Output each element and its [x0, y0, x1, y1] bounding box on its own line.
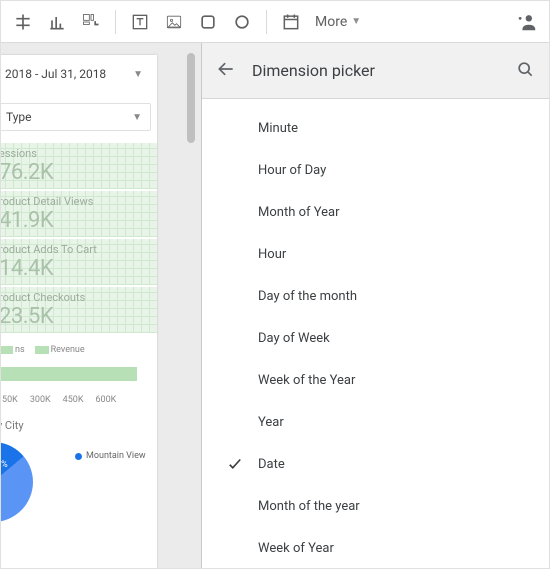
dimension-option[interactable]: Minute [202, 107, 549, 149]
dimension-option-label: Week of the Year [258, 373, 355, 388]
type-dropdown[interactable]: Type ▼ [1, 103, 151, 131]
pie-chart: 14% [1, 442, 33, 522]
check-icon [226, 455, 244, 473]
caret-down-icon: ▼ [132, 112, 142, 123]
metric-value: 41.9K [1, 208, 157, 233]
legend-dot-icon [75, 453, 82, 460]
report-stage: 2018 - Jul 31, 2018 ▼ Type ▼ essions76.2… [1, 43, 549, 568]
dimension-option[interactable]: Day of Week [202, 317, 549, 359]
caret-down-icon: ▼ [133, 69, 143, 80]
metric-card[interactable]: essions76.2K [1, 143, 157, 189]
dimension-options-list: Minute Hour of Day Month of Year Hour Day of… [202, 99, 549, 568]
text-icon[interactable] [124, 6, 156, 38]
dimension-option-label: Year [258, 415, 284, 430]
dimension-option-label: Hour [258, 247, 286, 262]
metrics-grid: essions76.2Kroduct Detail Views41.9Krodu… [1, 139, 157, 339]
panel-header: Dimension picker [202, 43, 549, 99]
dimension-option[interactable]: Day of the month [202, 275, 549, 317]
dimension-option[interactable]: Month of the year [202, 485, 549, 527]
date-range-control[interactable]: 2018 - Jul 31, 2018 ▼ [1, 63, 151, 85]
metric-label: roduct Checkouts [1, 291, 157, 304]
dimension-option[interactable]: Hour of Day [202, 149, 549, 191]
dimension-option-label: Hour of Day [258, 163, 326, 178]
chart-icon[interactable] [41, 6, 73, 38]
dimension-option[interactable]: Week of the Year [202, 359, 549, 401]
axis-tick: 300K [30, 395, 51, 405]
dimension-option-label: Date [258, 457, 285, 472]
circle-icon[interactable] [226, 6, 258, 38]
metric-card[interactable]: roduct Checkouts23.5K [1, 287, 157, 333]
dimension-option-label: Day of Week [258, 331, 330, 346]
metric-label: roduct Detail Views [1, 195, 157, 208]
dimension-option[interactable]: Month of Year [202, 191, 549, 233]
metric-card[interactable]: roduct Detail Views41.9K [1, 191, 157, 237]
dimension-option-label: Month of Year [258, 205, 340, 220]
dimension-option[interactable]: Hour [202, 233, 549, 275]
dimension-option-label: Day of the month [258, 289, 357, 304]
dimension-option[interactable]: Week of Year [202, 527, 549, 568]
dimension-option[interactable]: Year [202, 401, 549, 443]
date-range-text: 2018 - Jul 31, 2018 [5, 67, 106, 81]
metric-label: roduct Adds To Cart [1, 243, 157, 256]
dimension-option-label: Month of the year [258, 499, 360, 514]
bar-chart [1, 367, 137, 381]
type-label: Type [6, 110, 32, 124]
axis-tick: 150K [1, 395, 18, 405]
align-center-icon[interactable] [7, 6, 39, 38]
pie-legend-item: Mountain View [75, 390, 146, 522]
image-icon[interactable] [158, 6, 190, 38]
metric-label: essions [1, 147, 157, 160]
scrollbar-thumb[interactable] [187, 53, 195, 143]
dimension-picker-panel: Dimension picker Minute Hour of Day Month … [201, 43, 549, 568]
toolbar-separator [115, 10, 116, 34]
report-canvas[interactable]: 2018 - Jul 31, 2018 ▼ Type ▼ essions76.2… [1, 55, 157, 568]
rectangle-icon[interactable] [192, 6, 224, 38]
add-person-button[interactable] [511, 6, 543, 38]
pie-percent: 14% [1, 460, 8, 470]
chart-legend: ns Revenue [1, 339, 157, 361]
dimension-option-label: Week of Year [258, 541, 334, 556]
caret-down-icon: ▼ [351, 16, 361, 27]
metric-value: 14.4K [1, 256, 157, 281]
metric-card[interactable]: roduct Adds To Cart14.4K [1, 239, 157, 285]
top-toolbar: More ▼ [1, 1, 549, 43]
search-button[interactable] [515, 59, 535, 83]
metric-value: 23.5K [1, 304, 157, 329]
dimension-option[interactable]: Date [202, 443, 549, 485]
back-button[interactable] [216, 59, 236, 83]
toolbar-separator [266, 10, 267, 34]
date-range-icon[interactable] [275, 6, 307, 38]
scorecard-icon[interactable] [75, 6, 107, 38]
metric-value: 76.2K [1, 160, 157, 185]
panel-title: Dimension picker [252, 61, 499, 80]
dimension-option-label: Minute [258, 121, 298, 136]
more-label: More [315, 14, 347, 30]
more-menu[interactable]: More ▼ [309, 14, 367, 30]
